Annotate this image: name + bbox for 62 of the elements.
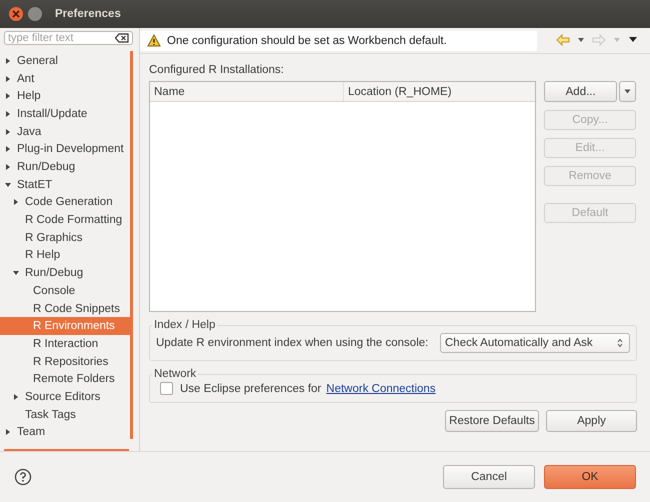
section-label: Configured R Installations:	[149, 64, 285, 76]
tree-item[interactable]: R Repositories	[0, 352, 130, 370]
spinner-icon	[617, 338, 623, 348]
installations-table[interactable]: Name Location (R_HOME)	[149, 81, 536, 312]
checkbox-label[interactable]: Use Eclipse preferences for	[180, 382, 322, 394]
collapsed-arrow-icon[interactable]	[4, 163, 12, 172]
warning-icon	[147, 34, 161, 47]
index-update-select[interactable]: Check Automatically and Ask	[440, 333, 630, 353]
dropdown-icon[interactable]	[577, 36, 585, 42]
collapsed-arrow-icon[interactable]	[12, 198, 20, 206]
collapsed-arrow-icon[interactable]	[4, 145, 12, 154]
column-header[interactable]: Name	[150, 82, 344, 101]
collapsed-arrow-icon[interactable]	[4, 56, 12, 65]
collapsed-arrow-icon[interactable]	[4, 128, 12, 136]
tree-item[interactable]: Run/Debug	[0, 158, 130, 176]
caret-icon	[624, 89, 632, 94]
tree-item[interactable]: R Interaction	[0, 335, 130, 353]
expanded-arrow-icon[interactable]	[12, 269, 20, 278]
expanded-arrow-icon[interactable]	[4, 180, 12, 189]
tree-item[interactable]: Help	[0, 87, 130, 106]
tree-item[interactable]: Ant	[0, 70, 130, 88]
tree-item[interactable]: Plug-in Development	[0, 140, 130, 158]
tree-item[interactable]: General	[0, 52, 130, 70]
tree-item[interactable]: Install/Update	[0, 105, 130, 123]
tree-item[interactable]: Code Generation	[0, 194, 130, 212]
ok-button[interactable]: OK	[544, 465, 636, 489]
group-title: Index / Help	[153, 319, 216, 331]
tree-item[interactable]: Team	[0, 424, 130, 442]
clear-icon[interactable]	[115, 33, 129, 44]
add-dropdown-button[interactable]	[619, 81, 636, 102]
warning-message: One configuration should be set as Workbench default.	[167, 34, 447, 46]
tree-item[interactable]: StatET	[0, 176, 130, 194]
restore-defaults-button[interactable]: Restore Defaults	[445, 410, 539, 432]
tree-item[interactable]: Source Editors	[0, 388, 130, 406]
checkbox[interactable]	[160, 382, 173, 395]
tree-item[interactable]: Remote Folders	[0, 370, 130, 388]
collapsed-arrow-icon[interactable]	[4, 428, 12, 436]
tree-item[interactable]: Java	[0, 122, 130, 140]
tree-item[interactable]: Run/Debug	[0, 264, 130, 282]
help-icon[interactable]	[14, 468, 32, 486]
apply-button[interactable]: Apply	[546, 410, 637, 432]
tree-item[interactable]: R Code Formatting	[0, 211, 130, 229]
filter-field[interactable]: type filter text	[4, 31, 133, 46]
add-button[interactable]: Add...	[544, 81, 618, 102]
collapsed-arrow-icon[interactable]	[4, 92, 12, 100]
tree-item[interactable]: Task Tags	[0, 406, 130, 424]
tree-item[interactable]: R Help	[0, 246, 130, 264]
column-header[interactable]: Location (R_HOME)	[344, 82, 535, 101]
tree-item[interactable]: R Graphics	[0, 228, 130, 247]
field-label: Update R environment index when using the console:	[156, 337, 428, 349]
network-connections-link[interactable]: Network Connections	[326, 382, 436, 394]
collapsed-arrow-icon[interactable]	[4, 74, 12, 83]
cancel-button[interactable]: Cancel	[443, 465, 535, 489]
collapsed-arrow-icon[interactable]	[4, 110, 12, 118]
tree-item[interactable]: R Code Snippets	[0, 300, 130, 318]
minimize-icon[interactable]	[28, 7, 42, 21]
close-icon[interactable]	[9, 7, 23, 21]
menu-icon[interactable]	[628, 36, 638, 43]
group-title: Network	[153, 368, 198, 380]
tree-item[interactable]: Console	[0, 282, 130, 300]
window-title: Preferences	[55, 8, 121, 20]
collapsed-arrow-icon[interactable]	[12, 392, 20, 401]
